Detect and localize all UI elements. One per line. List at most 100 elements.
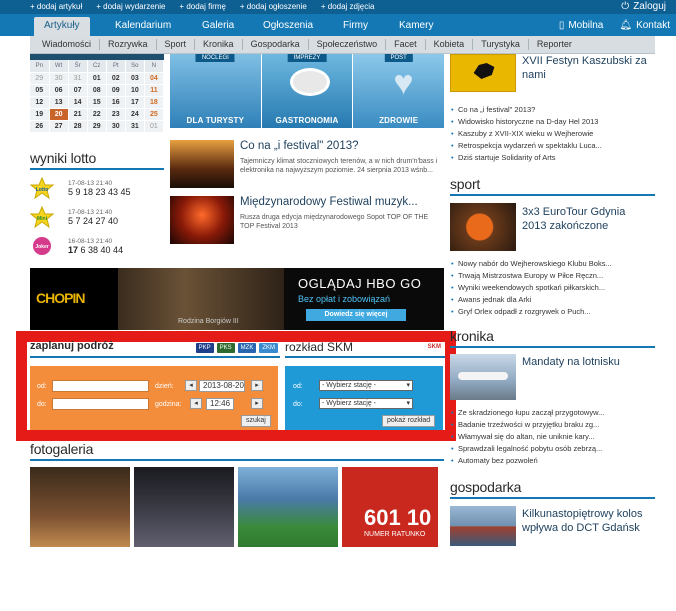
list-item[interactable]: Włamywał się do altan, nie uniknie kary.… [450, 431, 655, 443]
list-item[interactable]: Awans jednak dla Arki [450, 294, 655, 306]
tile-health[interactable]: POST ♥ ZDROWIE [353, 54, 445, 128]
news-title[interactable]: Międzynarodowy Festiwal muzyk... [240, 196, 418, 208]
calendar-day[interactable]: 26 [30, 120, 50, 133]
calendar-day[interactable]: 30 [106, 120, 126, 133]
kashubian-crest-icon[interactable] [450, 54, 516, 92]
add-ad-link[interactable]: + dodaj ogłoszenie [240, 2, 307, 11]
subnav-society[interactable]: Społeczeństwo [309, 39, 387, 50]
skm-to-select[interactable]: - Wybierz stację - [319, 398, 413, 409]
news-title[interactable]: Co na „i festival" 2013? [240, 140, 359, 152]
subnav-economy[interactable]: Gospodarka [243, 39, 309, 50]
tab-companies[interactable]: Firmy [333, 17, 378, 36]
date-input[interactable]: 2013-08-20 [199, 380, 245, 392]
calendar-day[interactable]: 09 [106, 84, 126, 97]
lotto-result[interactable]: Joker 16-08-13 21:40 17 6 38 40 44 [30, 235, 164, 257]
calendar-day[interactable]: 08 [87, 84, 107, 97]
list-item[interactable]: Co na „i festival" 2013? [450, 104, 655, 116]
list-item[interactable]: Kaszuby z XVII-XIX wieku w Wejherowie [450, 128, 655, 140]
contact-link[interactable]: 🔔︎ Kontakt [619, 17, 670, 34]
gallery-image[interactable]: 601 10 NUMER RATUNKO [342, 467, 438, 547]
subnav-chronicle[interactable]: Kronika [195, 39, 243, 50]
date-next-button[interactable]: ▸ [251, 380, 263, 391]
add-article-link[interactable]: + dodaj artykuł [30, 2, 82, 11]
calendar-day[interactable]: 24 [125, 108, 145, 121]
calendar-day[interactable]: 30 [49, 72, 69, 85]
calendar-day[interactable]: 03 [125, 72, 145, 85]
calendar-day[interactable]: 13 [49, 96, 69, 109]
list-item[interactable]: Gryf Orlex odpadł z rozgrywek o Puch... [450, 306, 655, 318]
hbo-learn-more-button[interactable]: Dowiedz się więcej [306, 309, 406, 321]
list-item[interactable]: Badanie trzeźwości w przyjętku braku zg.… [450, 419, 655, 431]
news-item[interactable]: Międzynarodowy Festiwal muzyk... Rusza d… [170, 196, 444, 246]
sport-news-title[interactable]: 3x3 EuroTour Gdynia 2013 zakończone [522, 205, 652, 233]
subnav-reporter[interactable]: Reporter [529, 39, 580, 50]
calendar-day[interactable]: 05 [30, 84, 50, 97]
add-company-link[interactable]: + dodaj firmę [179, 2, 225, 11]
to-input[interactable] [52, 398, 149, 410]
list-item[interactable]: Automaty bez pozwoleń [450, 455, 655, 467]
subnav-entertainment[interactable]: Rozrywka [100, 39, 157, 50]
time-input[interactable]: 12:46 [206, 398, 234, 410]
calendar-day[interactable]: 01 [87, 72, 107, 85]
kronika-news-title[interactable]: Mandaty na lotnisku [522, 355, 652, 369]
tab-cameras[interactable]: Kamery [389, 17, 443, 36]
date-prev-button[interactable]: ◂ [185, 380, 197, 391]
calendar-day[interactable]: 19 [30, 108, 50, 121]
subnav-men[interactable]: Facet [386, 39, 426, 50]
subnav-women[interactable]: Kobieta [426, 39, 474, 50]
tab-articles[interactable]: Artykuły [34, 17, 90, 36]
subnav-tourism[interactable]: Turystyka [473, 39, 529, 50]
lotto-result[interactable]: Lotto 17-08-13 21:40 5 9 18 23 43 45 [30, 177, 164, 199]
calendar-day[interactable]: 28 [68, 120, 88, 133]
festyn-title[interactable]: XVII Festyn Kaszubski za nami [522, 54, 652, 82]
time-prev-button[interactable]: ◂ [190, 398, 202, 409]
ad-banner[interactable]: CHOPIN Rodzina Borgiów III OGLĄDAJ HBO G… [30, 268, 444, 330]
login-link[interactable]: ⏻ Zaloguj [621, 1, 666, 12]
gallery-image[interactable] [134, 467, 234, 547]
list-item[interactable]: Trwają Mistrzostwa Europy w Piłce Ręczn.… [450, 270, 655, 282]
mobile-link[interactable]: ▯ Mobilna [559, 17, 604, 34]
news-thumbnail[interactable] [170, 196, 234, 244]
calendar-day[interactable]: 25 [144, 108, 165, 121]
calendar-day[interactable]: 16 [106, 96, 126, 109]
tile-gastronomy[interactable]: IMPREZY GASTRONOMIA [261, 54, 353, 128]
gallery-image[interactable] [238, 467, 338, 547]
gallery-image[interactable] [30, 467, 130, 547]
tab-ads[interactable]: Ogłoszenia [253, 17, 323, 36]
calendar-day[interactable]: 11 [144, 84, 165, 97]
add-photos-link[interactable]: + dodaj zdjęcia [321, 2, 375, 11]
list-item[interactable]: Ze skradzionego łupu zaczął przygotowyw.… [450, 407, 655, 419]
list-item[interactable]: Sprawdzali legalność pobytu osób zebrzą.… [450, 443, 655, 455]
calendar-day[interactable]: 15 [87, 96, 107, 109]
sport-thumbnail[interactable] [450, 203, 516, 251]
tab-calendar[interactable]: Kalendarium [105, 17, 181, 36]
subnav-news[interactable]: Wiadomości [34, 39, 101, 50]
list-item[interactable]: Retrospekcja wydarzeń w spektaklu Luca..… [450, 140, 655, 152]
calendar-day[interactable]: 27 [49, 120, 69, 133]
calendar-day-today[interactable]: 20 [49, 108, 69, 121]
skm-from-select[interactable]: - Wybierz stację - [319, 380, 413, 391]
calendar-day[interactable]: 29 [87, 120, 107, 133]
calendar-day[interactable]: 31 [68, 72, 88, 85]
list-item[interactable]: Nowy nabór do Wejherowskiego Klubu Boks.… [450, 258, 655, 270]
list-item[interactable]: Wyniki weekendowych spotkań piłkarskich.… [450, 282, 655, 294]
list-item[interactable]: Dziś startuje Solidarity of Arts [450, 152, 655, 164]
calendar-day[interactable]: 22 [87, 108, 107, 121]
calendar-day[interactable]: 17 [125, 96, 145, 109]
calendar-day[interactable]: 10 [125, 84, 145, 97]
calendar-day[interactable]: 06 [49, 84, 69, 97]
show-timetable-button[interactable]: pokaż rozkład [382, 415, 436, 427]
list-item[interactable]: Widowisko historyczne na D-day Hel 2013 [450, 116, 655, 128]
search-button[interactable]: szukaj [241, 415, 271, 427]
calendar-day[interactable]: 02 [106, 72, 126, 85]
calendar-day[interactable]: 01 [144, 120, 165, 133]
time-next-button[interactable]: ▸ [251, 398, 263, 409]
gospodarka-thumbnail[interactable] [450, 506, 516, 546]
calendar-day[interactable]: 12 [30, 96, 50, 109]
calendar-day[interactable]: 04 [144, 72, 165, 85]
calendar-day[interactable]: 07 [68, 84, 88, 97]
hbo-ad[interactable]: OGLĄDAJ HBO GO Bez opłat i zobowiązań Do… [284, 268, 444, 330]
tile-tourist[interactable]: NOCLEGI DLA TURYSTY [170, 54, 261, 128]
kronika-thumbnail[interactable] [450, 354, 516, 400]
calendar-day[interactable]: 14 [68, 96, 88, 109]
